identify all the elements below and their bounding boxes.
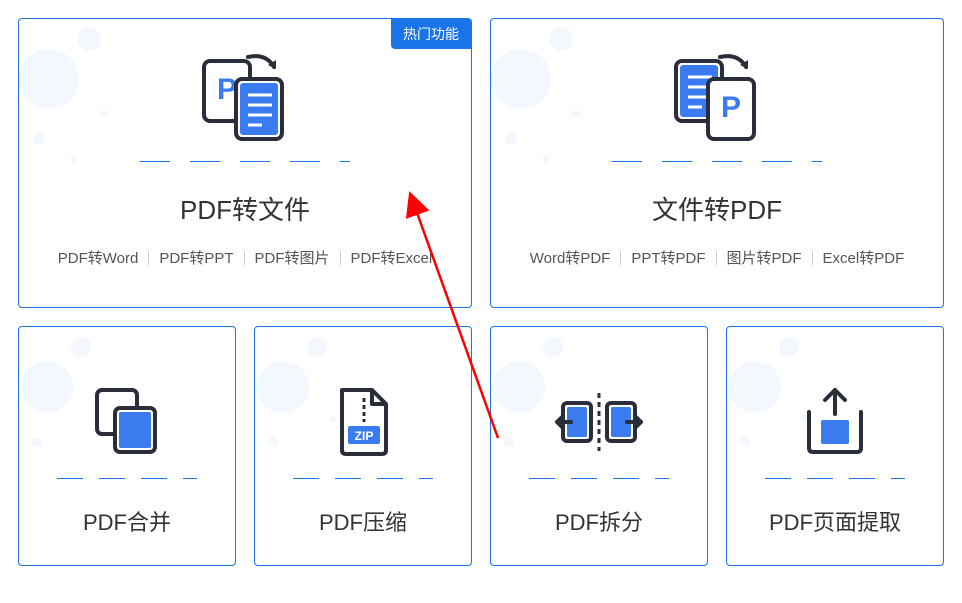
sub-item: PDF转图片 xyxy=(255,247,330,268)
svg-text:P: P xyxy=(721,91,741,124)
divider-line xyxy=(529,478,669,479)
sub-item: Excel转PDF xyxy=(823,247,905,268)
divider-line xyxy=(140,161,350,162)
card-title: PDF压缩 xyxy=(319,505,407,537)
card-pdf-to-file[interactable]: 热门功能 P xyxy=(18,18,472,308)
feature-grid: 热门功能 P xyxy=(18,18,944,566)
sub-divider xyxy=(812,251,813,265)
sub-divider xyxy=(340,251,341,265)
file-to-pdf-icon: P xyxy=(662,49,772,149)
top-row: 热门功能 P xyxy=(18,18,944,308)
sub-divider xyxy=(620,251,621,265)
card-pdf-extract[interactable]: PDF页面提取 xyxy=(726,326,944,566)
svg-text:ZIP: ZIP xyxy=(355,429,374,443)
card-title: PDF拆分 xyxy=(555,505,643,537)
divider-line xyxy=(293,478,433,479)
card-title: PDF页面提取 xyxy=(769,505,901,537)
sub-divider xyxy=(716,251,717,265)
sub-item: 图片转PDF xyxy=(727,247,802,268)
divider-line xyxy=(612,161,822,162)
card-pdf-split[interactable]: PDF拆分 xyxy=(490,326,708,566)
sub-item: PDF转Word xyxy=(58,247,139,268)
sub-divider xyxy=(244,251,245,265)
sub-divider xyxy=(148,251,149,265)
extract-icon xyxy=(795,377,875,466)
card-title: 文件转PDF xyxy=(652,190,782,227)
compress-icon: ZIP xyxy=(328,377,398,466)
sub-item: PDF转PPT xyxy=(159,247,233,268)
divider-line xyxy=(57,478,197,479)
pdf-to-file-icon: P xyxy=(190,49,300,149)
card-pdf-compress[interactable]: ZIP PDF压缩 xyxy=(254,326,472,566)
bottom-row: PDF合并 ZIP PDF压缩 xyxy=(18,326,944,566)
sub-item: PPT转PDF xyxy=(631,247,705,268)
divider-line xyxy=(765,478,905,479)
card-pdf-merge[interactable]: PDF合并 xyxy=(18,326,236,566)
merge-icon xyxy=(87,377,167,466)
hot-badge: 热门功能 xyxy=(391,19,471,49)
card-file-to-pdf[interactable]: P 文件转PDF Word转PDF PPT转PDF 图片转PDF Excel转P… xyxy=(490,18,944,308)
sub-features: PDF转Word PDF转PPT PDF转图片 PDF转Excel xyxy=(58,247,432,268)
sub-features: Word转PDF PPT转PDF 图片转PDF Excel转PDF xyxy=(530,247,904,268)
decorative-dots-icon xyxy=(19,19,129,179)
split-icon xyxy=(551,377,647,466)
sub-item: Word转PDF xyxy=(530,247,611,268)
decorative-dots-icon xyxy=(491,19,601,179)
card-title: PDF转文件 xyxy=(180,190,310,227)
card-title: PDF合并 xyxy=(83,505,171,537)
sub-item: PDF转Excel xyxy=(351,247,433,268)
